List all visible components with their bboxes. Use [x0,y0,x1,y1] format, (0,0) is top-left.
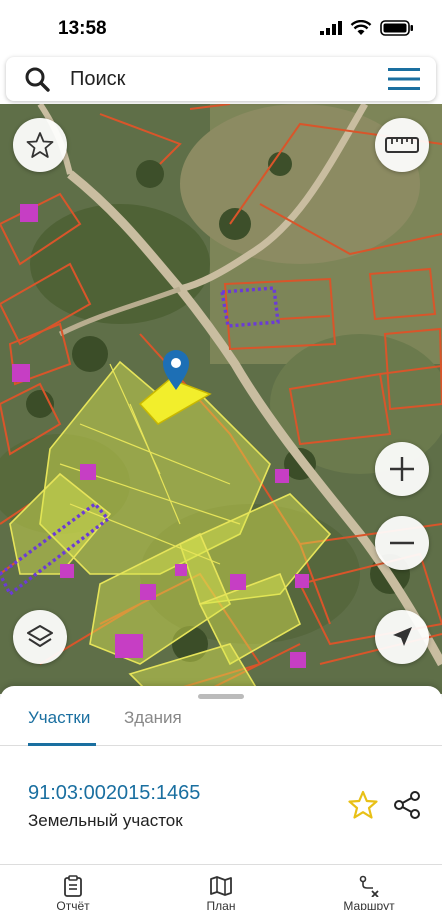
star-outline-icon [26,132,54,158]
favorites-button[interactable] [13,118,67,172]
plus-icon [390,457,414,481]
active-tab-indicator [28,743,96,746]
parcel-number-link[interactable]: 91:03:002015:1465 [28,782,200,805]
status-icons [320,20,414,36]
wifi-icon [350,20,372,35]
favorite-star-icon[interactable] [348,790,378,820]
bottom-nav: Отчёт План Маршрут [0,864,442,910]
search-icon[interactable] [24,66,50,92]
sheet-tabs: Участки Здания [0,704,442,746]
battery-icon [380,20,413,36]
parcel-type: Земельный участок [28,811,183,830]
navigation-arrow-icon [393,627,412,646]
nav-item-route[interactable]: Маршрут [324,875,414,910]
my-location-button[interactable] [375,610,429,664]
hamburger-menu-icon[interactable] [388,67,420,91]
nav-label-plan: План [206,899,236,910]
satellite-map[interactable] [0,104,442,694]
search-bar[interactable]: Поиск [6,57,436,101]
map-view[interactable] [0,104,442,694]
ruler-button[interactable] [375,118,429,172]
signal-icon [320,21,342,35]
status-time: 13:58 [58,18,107,39]
nav-item-report[interactable]: Отчёт [28,875,118,910]
tab-buildings[interactable]: Здания [124,708,182,728]
minus-icon [390,541,414,545]
ruler-icon [385,137,419,153]
nav-label-route: Маршрут [343,899,395,910]
status-bar: 13:58 [0,0,442,56]
tab-parcels[interactable]: Участки [28,708,90,728]
route-icon [359,875,379,897]
layers-button[interactable] [13,610,67,664]
map-icon [210,876,232,896]
nav-label-report: Отчёт [56,899,90,910]
layers-icon [27,625,53,647]
zoom-out-button[interactable] [375,516,429,570]
nav-item-plan[interactable]: План [176,875,266,910]
search-input[interactable]: Поиск [70,68,388,91]
zoom-in-button[interactable] [375,442,429,496]
clipboard-icon [64,875,82,897]
sheet-grabber[interactable] [198,694,244,699]
share-icon[interactable] [392,790,422,820]
